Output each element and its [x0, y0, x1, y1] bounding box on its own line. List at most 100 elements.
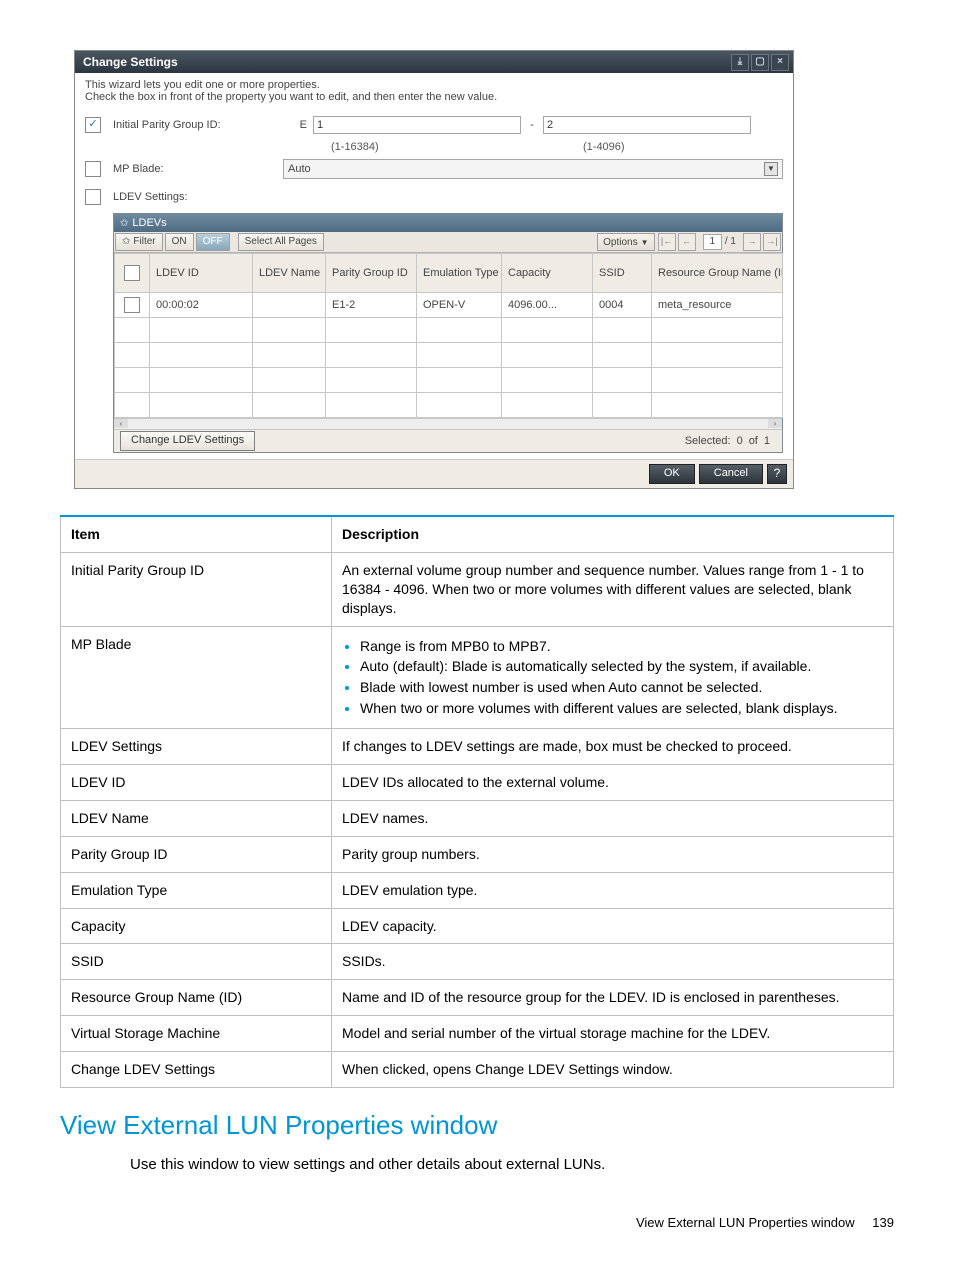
filter-off-button[interactable]: OFF — [196, 233, 230, 251]
desc-item: LDEV ID — [61, 765, 332, 801]
col-ldev-id[interactable]: LDEV ID — [150, 254, 253, 293]
panel-title: LDEVs — [132, 217, 166, 229]
desc-row: Emulation TypeLDEV emulation type. — [61, 872, 894, 908]
page-number-input[interactable]: 1 — [703, 234, 723, 250]
desc-row: CapacityLDEV capacity. — [61, 908, 894, 944]
row-checkbox[interactable] — [124, 297, 140, 313]
table-row — [115, 343, 783, 368]
desc-description: LDEV IDs allocated to the external volum… — [332, 765, 894, 801]
select-all-pages-button[interactable]: Select All Pages — [238, 233, 324, 251]
prev-page-button[interactable]: ← — [678, 233, 696, 251]
col-parity-group-id[interactable]: Parity Group ID — [326, 254, 417, 293]
cell-emulation: OPEN-V — [417, 293, 502, 318]
desc-item: MP Blade — [61, 626, 332, 729]
desc-item: Parity Group ID — [61, 836, 332, 872]
checkbox-initial-parity-group[interactable] — [85, 117, 101, 133]
filter-on-button[interactable]: ON — [165, 233, 194, 251]
desc-item: LDEV Name — [61, 800, 332, 836]
last-page-button[interactable]: →| — [763, 233, 781, 251]
input-parity-group-1[interactable]: 1 — [313, 116, 521, 134]
label-mp-blade: MP Blade: — [113, 163, 283, 175]
help-button[interactable]: ? — [767, 464, 787, 484]
col-capacity[interactable]: Capacity — [502, 254, 593, 293]
desc-row: Parity Group IDParity group numbers. — [61, 836, 894, 872]
selected-count: 0 — [731, 435, 749, 447]
desc-item: Change LDEV Settings — [61, 1052, 332, 1088]
cell-capacity: 4096.00... — [502, 293, 593, 318]
change-settings-dialog: Change Settings ⤓ ▢ × This wizard lets y… — [74, 50, 794, 489]
desc-description: LDEV capacity. — [332, 908, 894, 944]
desc-description: SSIDs. — [332, 944, 894, 980]
range1-hint: (1-16384) — [331, 141, 379, 153]
desc-row: SSIDSSIDs. — [61, 944, 894, 980]
pin-icon[interactable]: ⤓ — [731, 54, 749, 71]
help-line-2: Check the box in front of the property y… — [85, 91, 783, 103]
dialog-title: Change Settings — [83, 55, 731, 69]
range2-hint: (1-4096) — [583, 141, 625, 153]
desc-head-item: Item — [61, 516, 332, 552]
col-ssid[interactable]: SSID — [593, 254, 652, 293]
desc-description: Name and ID of the resource group for th… — [332, 980, 894, 1016]
page-footer: View External LUN Properties window 139 — [60, 1215, 894, 1230]
desc-head-desc: Description — [332, 516, 894, 552]
table-row — [115, 368, 783, 393]
checkbox-select-all[interactable] — [124, 265, 140, 281]
desc-row: MP BladeRange is from MPB0 to MPB7.Auto … — [61, 626, 894, 729]
cancel-button[interactable]: Cancel — [699, 464, 763, 484]
panel-toolbar: ✩Filter ON OFF Select All Pages Options … — [114, 232, 782, 253]
ok-button[interactable]: OK — [649, 464, 695, 484]
page-number: 139 — [872, 1215, 894, 1230]
cell-parity-group: E1-2 — [326, 293, 417, 318]
desc-description: If changes to LDEV settings are made, bo… — [332, 729, 894, 765]
close-icon[interactable]: × — [771, 54, 789, 71]
chevron-down-icon: ▼ — [764, 162, 778, 176]
dialog-titlebar: Change Settings ⤓ ▢ × — [75, 51, 793, 73]
col-emulation-type[interactable]: Emulation Type — [417, 254, 502, 293]
input-parity-group-2[interactable]: 2 — [543, 116, 751, 134]
cell-ssid: 0004 — [593, 293, 652, 318]
desc-item: Capacity — [61, 908, 332, 944]
maximize-icon[interactable]: ▢ — [751, 54, 769, 71]
ldev-table: LDEV ID LDEV Name Parity Group ID Emulat… — [114, 253, 783, 418]
footer-text: View External LUN Properties window — [636, 1215, 855, 1230]
next-page-button[interactable]: → — [743, 233, 761, 251]
of-label: of — [749, 435, 758, 447]
checkbox-ldev-settings[interactable] — [85, 189, 101, 205]
desc-description: An external volume group number and sequ… — [332, 552, 894, 626]
desc-item: Initial Parity Group ID — [61, 552, 332, 626]
panel-header: ✩ LDEVs — [114, 214, 782, 232]
table-row — [115, 318, 783, 343]
desc-row: Virtual Storage MachineModel and serial … — [61, 1016, 894, 1052]
desc-row: Change LDEV SettingsWhen clicked, opens … — [61, 1052, 894, 1088]
ldevs-panel: ✩ LDEVs ✩Filter ON OFF Select All Pages … — [113, 213, 783, 453]
filter-button[interactable]: ✩Filter — [115, 233, 163, 251]
dropdown-mp-blade-value: Auto — [288, 163, 311, 175]
desc-item: LDEV Settings — [61, 729, 332, 765]
desc-item: Virtual Storage Machine — [61, 1016, 332, 1052]
cell-ldev-name — [253, 293, 326, 318]
e-label: E — [283, 119, 313, 131]
dropdown-mp-blade[interactable]: Auto ▼ — [283, 159, 783, 179]
desc-item: SSID — [61, 944, 332, 980]
desc-row: LDEV NameLDEV names. — [61, 800, 894, 836]
dash-separator: - — [521, 119, 543, 131]
label-initial-parity-group: Initial Parity Group ID: — [113, 119, 283, 131]
table-row[interactable]: 00:00:02 E1-2 OPEN-V 4096.00... 0004 met… — [115, 293, 783, 318]
desc-item: Resource Group Name (ID) — [61, 980, 332, 1016]
col-resource-group[interactable]: Resource Group Name (ID) — [652, 254, 783, 293]
cell-resource-group: meta_resource — [652, 293, 783, 318]
change-ldev-settings-button[interactable]: Change LDEV Settings — [120, 431, 255, 451]
horizontal-scrollbar[interactable]: ‹› — [114, 418, 782, 429]
total-count: 1 — [758, 435, 776, 447]
options-button[interactable]: Options ▼ — [597, 233, 654, 251]
col-ldev-name[interactable]: LDEV Name — [253, 254, 326, 293]
collapse-icon[interactable]: ✩ — [120, 218, 128, 229]
desc-row: LDEV SettingsIf changes to LDEV settings… — [61, 729, 894, 765]
desc-row: LDEV IDLDEV IDs allocated to the externa… — [61, 765, 894, 801]
first-page-button[interactable]: |← — [658, 233, 676, 251]
desc-row: Initial Parity Group IDAn external volum… — [61, 552, 894, 626]
checkbox-mp-blade[interactable] — [85, 161, 101, 177]
desc-description: When clicked, opens Change LDEV Settings… — [332, 1052, 894, 1088]
cell-ldev-id: 00:00:02 — [150, 293, 253, 318]
label-ldev-settings: LDEV Settings: — [113, 191, 283, 203]
